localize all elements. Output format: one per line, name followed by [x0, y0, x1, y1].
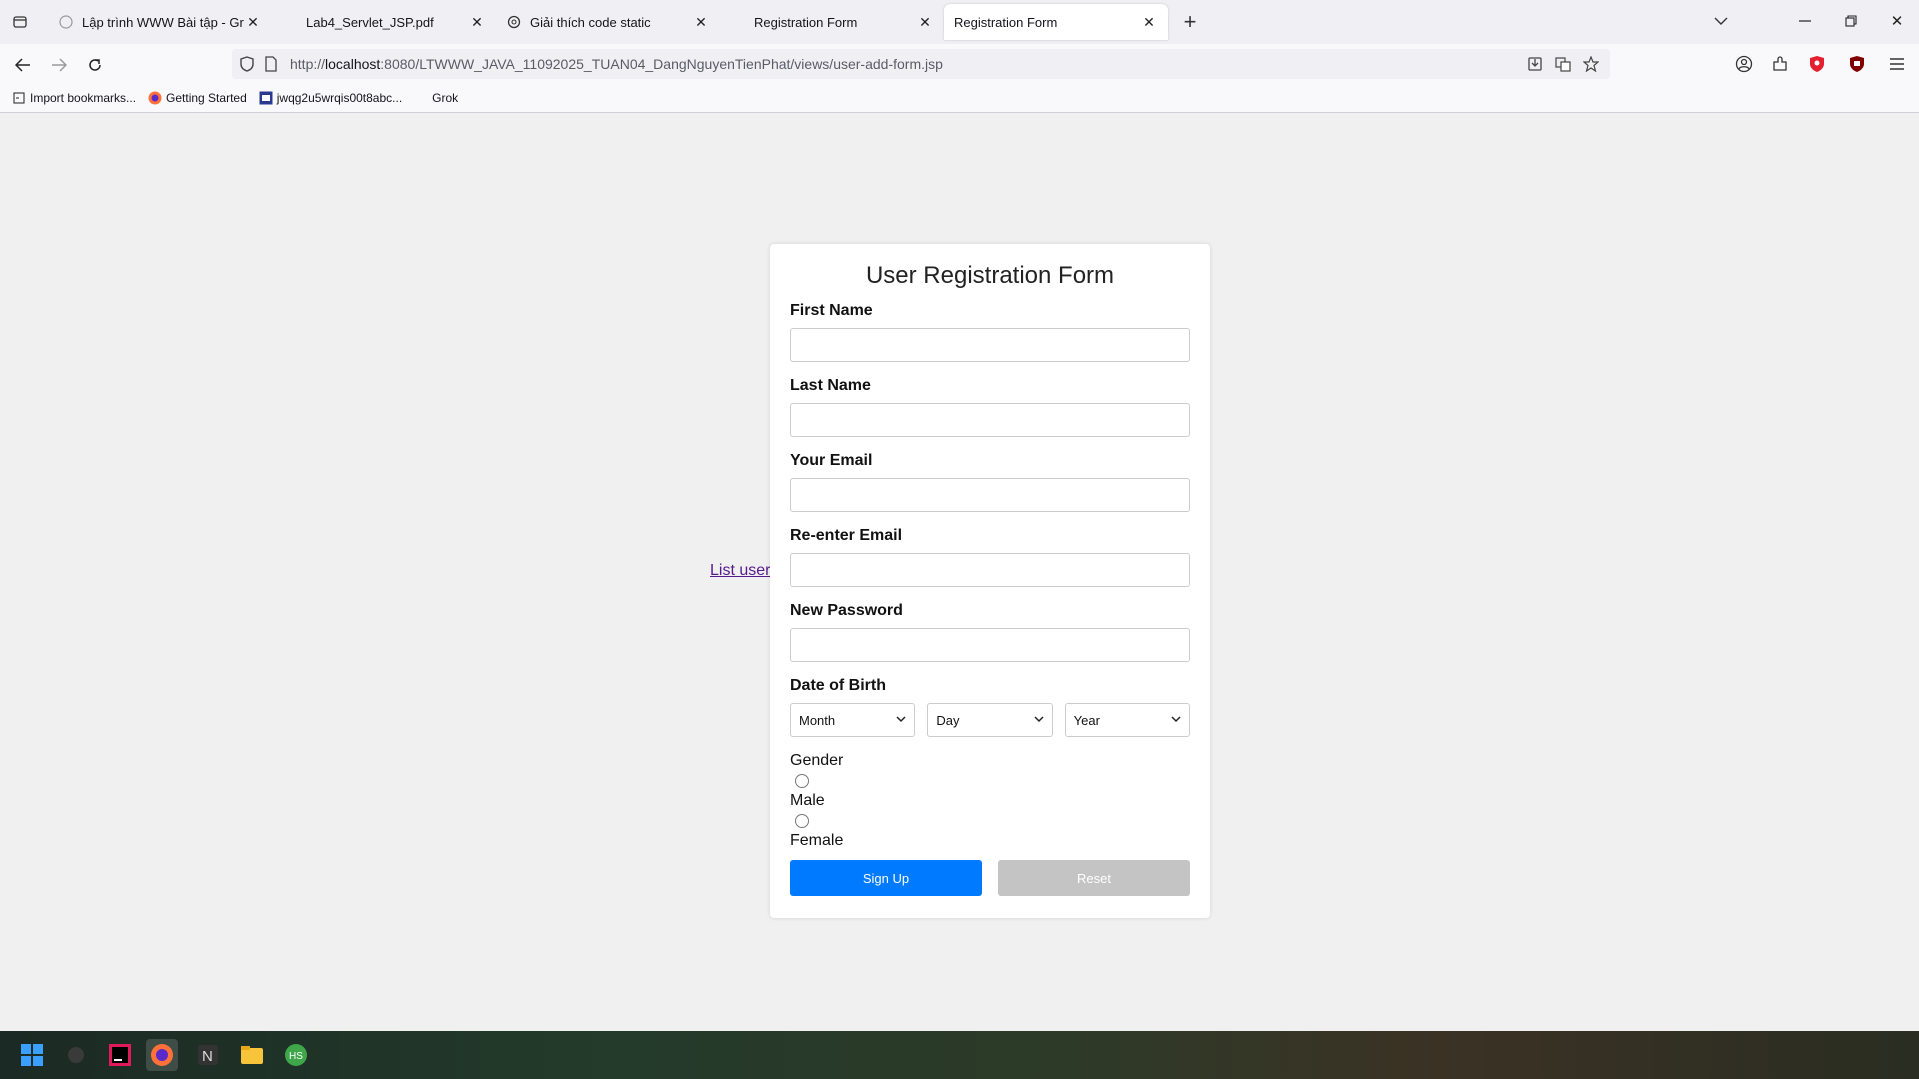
tab-title: Lập trình WWW Bài tập - Grok	[82, 14, 244, 30]
forward-arrow-icon[interactable]	[46, 52, 72, 78]
app-hs-icon[interactable]: HS	[280, 1039, 312, 1071]
site-icon	[259, 91, 273, 105]
chevron-down-icon	[1034, 715, 1044, 726]
password-label: New Password	[790, 602, 903, 619]
dob-selects: Month Day Year	[790, 703, 1190, 737]
tab-chatgpt[interactable]: Giải thích code static ✕	[496, 4, 720, 40]
form-title: User Registration Form	[865, 262, 1115, 289]
tab-registration-active[interactable]: Registration Form ✕	[944, 4, 1168, 40]
new-tab-button[interactable]: +	[1178, 9, 1202, 34]
page-icon	[730, 14, 746, 30]
month-value: Month	[799, 712, 836, 728]
password-input[interactable]	[790, 628, 1190, 662]
extensions-icon[interactable]	[1769, 53, 1791, 75]
firefox-taskbar-icon[interactable]	[146, 1039, 178, 1071]
bookmark-getting-started[interactable]: Getting Started	[148, 91, 247, 105]
url-text: http://localhost:8080/LTWWW_JAVA_1109202…	[290, 56, 943, 72]
dob-label: Date of Birth	[790, 677, 886, 694]
tracking-shield-icon[interactable]	[238, 55, 256, 73]
bookmark-grok[interactable]: Grok	[414, 91, 458, 105]
day-value: Day	[936, 712, 960, 728]
navigation-bar: http://localhost:8080/LTWWW_JAVA_1109202…	[0, 44, 1919, 84]
account-icon[interactable]	[1733, 53, 1755, 75]
svg-text:N: N	[202, 1048, 213, 1065]
chatgpt-icon	[506, 14, 522, 30]
year-value: Year	[1073, 712, 1100, 728]
close-icon[interactable]: ✕	[916, 13, 934, 31]
close-icon[interactable]: ✕	[692, 13, 710, 31]
reset-button[interactable]: Reset	[998, 860, 1190, 896]
tabs: Lập trình WWW Bài tập - Grok ✕ Lab4_Serv…	[48, 4, 1168, 40]
notion-icon[interactable]: N	[192, 1039, 224, 1071]
reenter-email-label: Re-enter Email	[790, 527, 903, 544]
email-label: Your Email	[790, 452, 873, 469]
bookmark-label: Import bookmarks...	[30, 91, 137, 105]
first-name-input[interactable]	[790, 328, 1190, 362]
adblock-shield-icon[interactable]	[1806, 53, 1828, 75]
import-icon	[12, 91, 26, 105]
close-icon[interactable]: ✕	[468, 13, 486, 31]
close-icon[interactable]: ✕	[1140, 13, 1158, 31]
chevron-down-icon	[1171, 715, 1181, 726]
first-name-label: First Name	[790, 302, 873, 319]
page-info-icon[interactable]	[264, 56, 278, 72]
last-name-label: Last Name	[790, 377, 871, 394]
year-select[interactable]: Year	[1064, 703, 1190, 737]
bookmark-star-icon[interactable]	[1580, 53, 1602, 75]
windows-start-icon[interactable]	[16, 1039, 48, 1071]
registration-form: User Registration Form First Name Last N…	[770, 244, 1210, 918]
sign-up-button[interactable]: Sign Up	[790, 860, 982, 896]
file-explorer-icon[interactable]	[236, 1039, 268, 1071]
tab-overview-icon[interactable]	[8, 11, 32, 33]
tab-grok[interactable]: Lập trình WWW Bài tập - Grok ✕	[48, 4, 272, 40]
tab-registration-1[interactable]: Registration Form ✕	[720, 4, 944, 40]
bookmark-label: Grok	[432, 91, 459, 105]
tab-pdf[interactable]: Lab4_Servlet_JSP.pdf ✕	[272, 4, 496, 40]
svg-text:HS: HS	[289, 1051, 303, 1062]
ublock-origin-icon[interactable]	[1846, 53, 1868, 75]
reenter-email-input[interactable]	[790, 553, 1190, 587]
minimize-icon[interactable]	[1790, 8, 1820, 34]
form-buttons: Sign Up Reset	[790, 860, 1190, 896]
female-radio[interactable]	[795, 814, 809, 828]
chevron-down-icon	[896, 715, 906, 726]
tab-title: Lab4_Servlet_JSP.pdf	[306, 14, 434, 30]
intellij-icon[interactable]	[104, 1039, 136, 1071]
tab-title: Registration Form	[954, 14, 1058, 30]
bookmarks-toolbar: Import bookmarks... Getting Started jwqg…	[0, 84, 1919, 113]
close-icon[interactable]: ✕	[244, 13, 262, 31]
male-label: Male	[790, 792, 825, 809]
female-label: Female	[790, 832, 844, 849]
search-icon[interactable]	[60, 1039, 92, 1071]
translate-icon[interactable]	[1552, 53, 1574, 75]
menu-icon[interactable]	[1886, 53, 1908, 75]
bookmark-label: Getting Started	[166, 91, 247, 105]
tab-strip: Lập trình WWW Bài tập - Grok ✕ Lab4_Serv…	[0, 0, 1919, 44]
pdf-icon	[282, 14, 298, 30]
grok-icon	[58, 14, 74, 30]
month-select[interactable]: Month	[790, 703, 916, 737]
grok-icon	[414, 91, 428, 105]
list-user-link[interactable]: List user	[710, 562, 770, 580]
day-select[interactable]: Day	[927, 703, 1053, 737]
last-name-input[interactable]	[790, 403, 1190, 437]
download-page-icon[interactable]	[1524, 53, 1546, 75]
tab-title: Registration Form	[754, 14, 858, 30]
address-bar[interactable]: http://localhost:8080/LTWWW_JAVA_1109202…	[232, 49, 1610, 79]
bookmark-import[interactable]: Import bookmarks...	[12, 91, 136, 105]
reload-icon[interactable]	[82, 52, 108, 78]
back-arrow-icon[interactable]	[10, 52, 36, 78]
tab-list-chevron-icon[interactable]	[1706, 8, 1736, 34]
male-radio[interactable]	[795, 774, 809, 788]
firefox-icon	[148, 91, 162, 105]
window-close-icon[interactable]: ✕	[1882, 8, 1912, 34]
email-input[interactable]	[790, 478, 1190, 512]
restore-icon[interactable]	[1836, 8, 1866, 34]
tab-title: Giải thích code static	[530, 14, 651, 30]
gender-label: Gender	[790, 752, 844, 769]
bookmark-label: jwqg2u5wrqis00t8abc...	[276, 91, 403, 105]
windows-taskbar: N HS	[0, 1031, 1919, 1079]
bookmark-site[interactable]: jwqg2u5wrqis00t8abc...	[259, 91, 402, 105]
